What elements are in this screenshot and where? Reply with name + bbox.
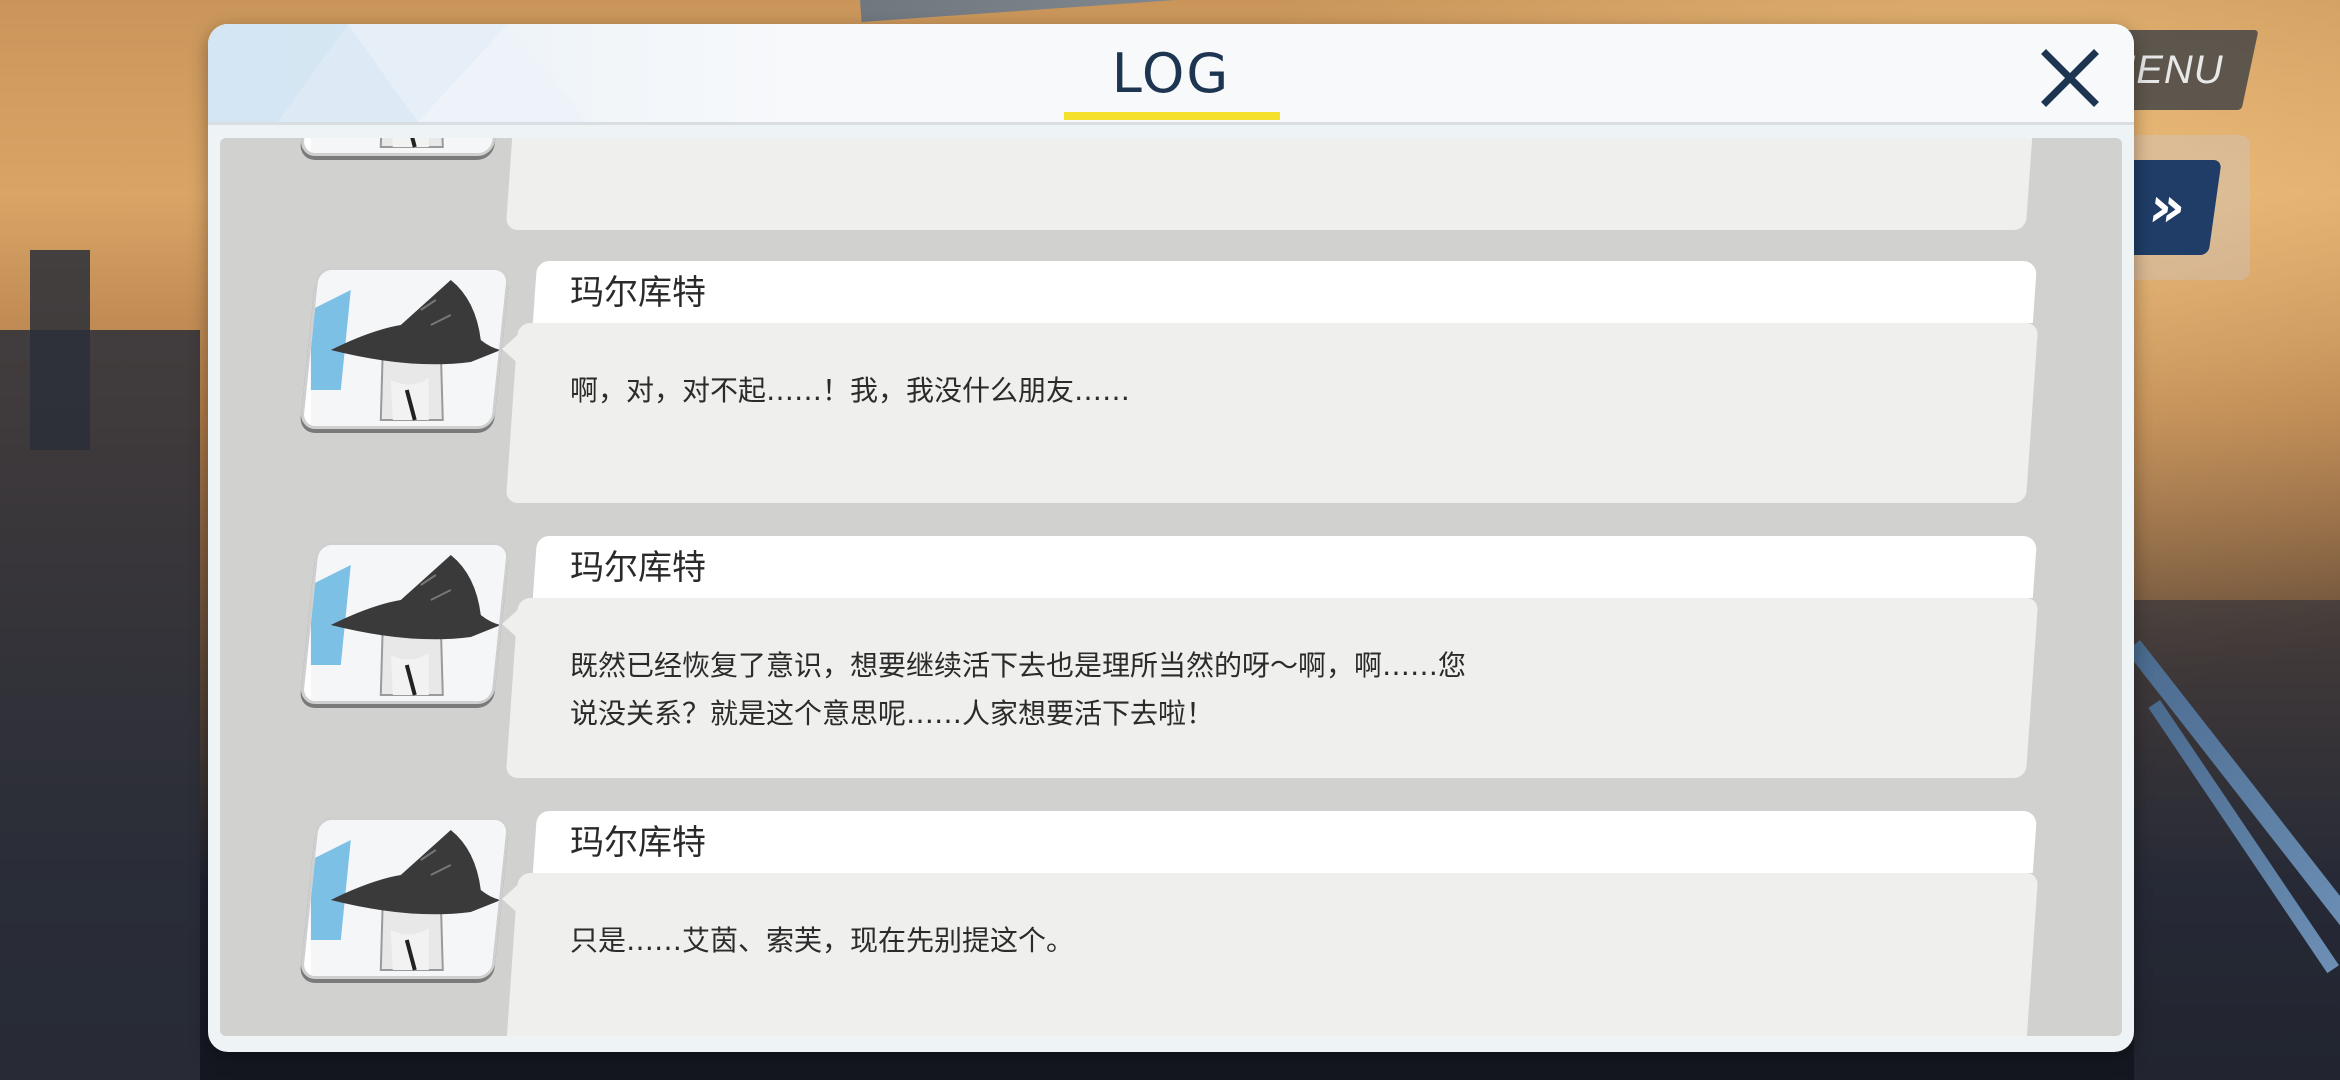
message-line: ……。 <box>570 138 1670 142</box>
message-text: 只是……艾茵、索芙，现在先别提这个。 <box>570 917 1670 965</box>
log-list[interactable]: 玛尔库特 ……。 玛尔库特 啊，对，对不起……！我，我没什么朋友…… <box>220 138 2122 1036</box>
log-header: LOG <box>208 24 2134 125</box>
speaker-name: 玛尔库特 <box>570 823 706 863</box>
message-text: 啊，对，对不起……！我，我没什么朋友…… <box>570 367 1670 415</box>
speaker-name: 玛尔库特 <box>570 548 706 588</box>
speaker-bar <box>532 261 2038 323</box>
log-entry: 玛尔库特 啊，对，对不起……！我，我没什么朋友…… <box>220 261 2122 511</box>
bubble-tail <box>502 606 522 642</box>
bubble-tail <box>502 881 522 917</box>
message-line: 啊，对，对不起……！我，我没什么朋友…… <box>570 374 1131 407</box>
character-avatar <box>299 267 511 429</box>
message-line: 既然已经恢复了意识，想要继续活下去也是理所当然的呀～啊，啊……您 <box>570 649 1467 682</box>
message-line: 只是……艾茵、索芙，现在先别提这个。 <box>570 924 1075 957</box>
log-entry: 玛尔库特 只是……艾茵、索芙，现在先别提这个。 <box>220 811 2122 1036</box>
character-avatar <box>299 817 511 979</box>
log-entry: 玛尔库特 既然已经恢复了意识，想要继续活下去也是理所当然的呀～啊，啊……您 说没关… <box>220 536 2122 786</box>
game-scene: MENU » LOG 玛尔库特 啊，对，对不起……！我，我没什么朋友…… 玛尔库… <box>0 0 2340 1080</box>
character-avatar <box>299 542 511 704</box>
background-tower <box>30 250 90 450</box>
log-title-underline <box>1064 112 1280 120</box>
message-text: 既然已经恢复了意识，想要继续活下去也是理所当然的呀～啊，啊……您 说没关系？就是这… <box>570 642 1670 738</box>
close-button[interactable] <box>2030 38 2110 118</box>
message-text: ……。 <box>570 138 1670 142</box>
message-bubble <box>505 138 2039 230</box>
speaker-name: 玛尔库特 <box>570 273 706 313</box>
log-title: LOG <box>1111 42 1231 105</box>
log-entry: 玛尔库特 ……。 <box>220 138 2122 238</box>
log-panel: LOG 玛尔库特 ……。 <box>208 24 2134 1052</box>
message-line: 说没关系？就是这个意思呢……人家想要活下去啦！ <box>570 697 1215 730</box>
close-icon <box>2041 49 2099 107</box>
speaker-bar <box>532 536 2038 598</box>
character-avatar <box>299 138 511 156</box>
speaker-bar <box>532 811 2038 873</box>
bubble-tail <box>502 331 522 367</box>
